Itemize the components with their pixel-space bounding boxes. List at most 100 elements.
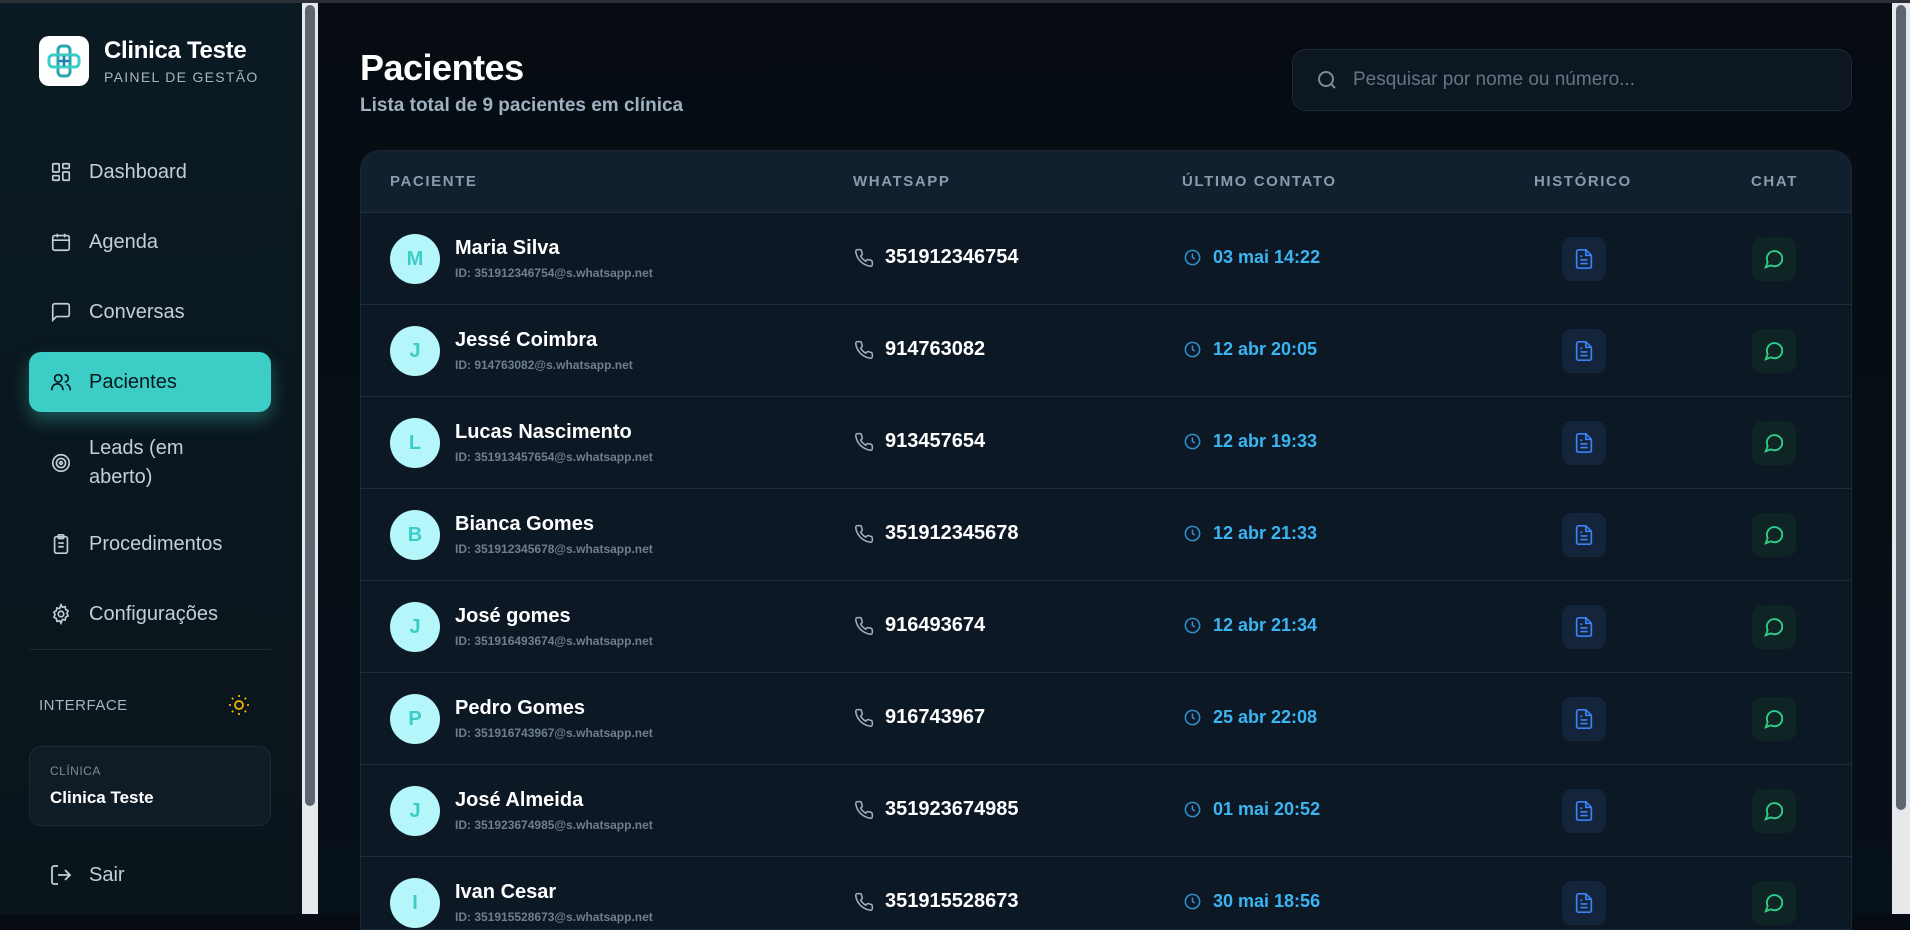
history-button[interactable]: [1562, 789, 1606, 833]
theme-toggle-sun-icon[interactable]: [227, 693, 251, 717]
column-header-chat[interactable]: CHAT: [1751, 173, 1798, 190]
message-square-icon: [49, 300, 73, 324]
whatsapp-number: 916493674: [854, 614, 985, 637]
patient-name[interactable]: Bianca Gomes: [455, 513, 594, 536]
history-button[interactable]: [1562, 513, 1606, 557]
last-contact: 03 mai 14:22: [1183, 247, 1320, 268]
clipboard-icon: [49, 532, 73, 556]
table-row[interactable]: M Maria Silva ID: 351912346754@s.whatsap…: [361, 213, 1851, 305]
file-text-icon: [1575, 249, 1593, 269]
sidebar-item-label: Pacientes: [89, 370, 177, 393]
phone-icon: [854, 892, 874, 912]
history-button[interactable]: [1562, 421, 1606, 465]
table-row[interactable]: B Bianca Gomes ID: 351912345678@s.whatsa…: [361, 489, 1851, 581]
clock-icon: [1183, 248, 1202, 267]
phone-icon: [854, 616, 874, 636]
phone-icon: [854, 800, 874, 820]
last-contact: 12 abr 21:34: [1183, 615, 1317, 636]
whatsapp-number-text: 351915528673: [885, 890, 1019, 912]
sidebar-item-label: Procedimentos: [89, 532, 223, 555]
whatsapp-number: 351912346754: [854, 246, 1018, 269]
file-text-icon: [1575, 525, 1593, 545]
last-contact-text: 01 mai 20:52: [1213, 799, 1321, 819]
page-scrollbar-thumb[interactable]: [1896, 5, 1906, 810]
chat-button[interactable]: [1752, 881, 1796, 925]
chat-bubble-icon: [1764, 710, 1784, 729]
chat-button[interactable]: [1752, 513, 1796, 557]
column-header-patient[interactable]: PACIENTE: [390, 173, 478, 190]
clinic-caption: CLÍNICA: [50, 764, 101, 778]
sidebar-item-configuracoes[interactable]: Configurações: [29, 584, 271, 644]
table-header: PACIENTE WHATSAPP ÚLTIMO CONTATO HISTÓRI…: [361, 151, 1851, 213]
last-contact: 25 abr 22:08: [1183, 707, 1317, 728]
patient-name[interactable]: Lucas Nascimento: [455, 421, 632, 444]
chat-button[interactable]: [1752, 421, 1796, 465]
table-row[interactable]: P Pedro Gomes ID: 351916743967@s.whatsap…: [361, 673, 1851, 765]
whatsapp-number: 351915528673: [854, 890, 1018, 913]
sidebar-scrollbar-thumb[interactable]: [305, 5, 315, 806]
patient-name[interactable]: José gomes: [455, 605, 571, 628]
history-button[interactable]: [1562, 237, 1606, 281]
chat-button[interactable]: [1752, 329, 1796, 373]
sidebar-item-agenda[interactable]: Agenda: [29, 212, 271, 272]
patient-name[interactable]: Ivan Cesar: [455, 881, 556, 904]
history-button[interactable]: [1562, 329, 1606, 373]
clock-icon: [1183, 432, 1202, 451]
history-button[interactable]: [1562, 697, 1606, 741]
avatar: J: [390, 326, 440, 376]
search-input[interactable]: [1353, 69, 1833, 91]
app-window: Clinica Teste PAINEL DE GESTÃO Dashboard…: [0, 0, 1910, 930]
last-contact-text: 30 mai 18:56: [1213, 891, 1321, 911]
sidebar-item-leads[interactable]: Leads (em aberto): [29, 422, 271, 504]
chat-button[interactable]: [1752, 789, 1796, 833]
sidebar-item-procedimentos[interactable]: Procedimentos: [29, 514, 271, 574]
whatsapp-number-text: 914763082: [885, 338, 986, 360]
chat-bubble-icon: [1764, 802, 1784, 821]
column-header-whatsapp[interactable]: WHATSAPP: [853, 173, 951, 190]
logout-button[interactable]: Sair: [49, 863, 125, 887]
column-header-last-contact[interactable]: ÚLTIMO CONTATO: [1182, 173, 1337, 190]
clock-icon: [1183, 800, 1202, 819]
file-text-icon: [1575, 341, 1593, 361]
brand-name: Clinica Teste: [104, 37, 247, 64]
table-row[interactable]: J Jessé Coimbra ID: 914763082@s.whatsapp…: [361, 305, 1851, 397]
search-box[interactable]: [1292, 49, 1852, 111]
last-contact-text: 12 abr 20:05: [1213, 339, 1318, 359]
patient-name[interactable]: Pedro Gomes: [455, 697, 585, 720]
patient-name[interactable]: Maria Silva: [455, 237, 560, 260]
whatsapp-number: 351912345678: [854, 522, 1018, 545]
page-scrollbar[interactable]: [1892, 3, 1910, 914]
chat-button[interactable]: [1752, 697, 1796, 741]
sidebar-item-label: Conversas: [89, 300, 185, 323]
table-row[interactable]: I Ivan Cesar ID: 351915528673@s.whatsapp…: [361, 857, 1851, 929]
patient-name[interactable]: José Almeida: [455, 789, 583, 812]
patient-id: ID: 351916493674@s.whatsapp.net: [455, 634, 653, 648]
chat-bubble-icon: [1764, 250, 1784, 269]
file-text-icon: [1575, 801, 1593, 821]
clock-icon: [1183, 892, 1202, 911]
last-contact: 12 abr 20:05: [1183, 339, 1317, 360]
sidebar-item-dashboard[interactable]: Dashboard: [29, 142, 271, 202]
table-row[interactable]: J José gomes ID: 351916493674@s.whatsapp…: [361, 581, 1851, 673]
column-header-history[interactable]: HISTÓRICO: [1534, 173, 1632, 190]
whatsapp-number: 913457654: [854, 430, 985, 453]
table-row[interactable]: J José Almeida ID: 351923674985@s.whatsa…: [361, 765, 1851, 857]
patient-id: ID: 351916743967@s.whatsapp.net: [455, 726, 653, 740]
page-title: Pacientes: [360, 47, 524, 88]
sidebar-item-pacientes[interactable]: Pacientes: [29, 352, 271, 412]
patient-name[interactable]: Jessé Coimbra: [455, 329, 597, 352]
sidebar-item-conversas[interactable]: Conversas: [29, 282, 271, 342]
chat-button[interactable]: [1752, 237, 1796, 281]
chat-button[interactable]: [1752, 605, 1796, 649]
last-contact-text: 12 abr 21:33: [1213, 523, 1318, 543]
whatsapp-number: 914763082: [854, 338, 985, 361]
history-button[interactable]: [1562, 881, 1606, 925]
whatsapp-number-text: 351912345678: [885, 522, 1019, 544]
whatsapp-number-text: 916743967: [885, 706, 986, 728]
clock-icon: [1183, 708, 1202, 727]
sidebar-scrollbar[interactable]: [302, 3, 318, 914]
table-row[interactable]: L Lucas Nascimento ID: 351913457654@s.wh…: [361, 397, 1851, 489]
interface-label: INTERFACE: [39, 696, 128, 714]
last-contact-text: 12 abr 19:33: [1213, 431, 1318, 451]
history-button[interactable]: [1562, 605, 1606, 649]
